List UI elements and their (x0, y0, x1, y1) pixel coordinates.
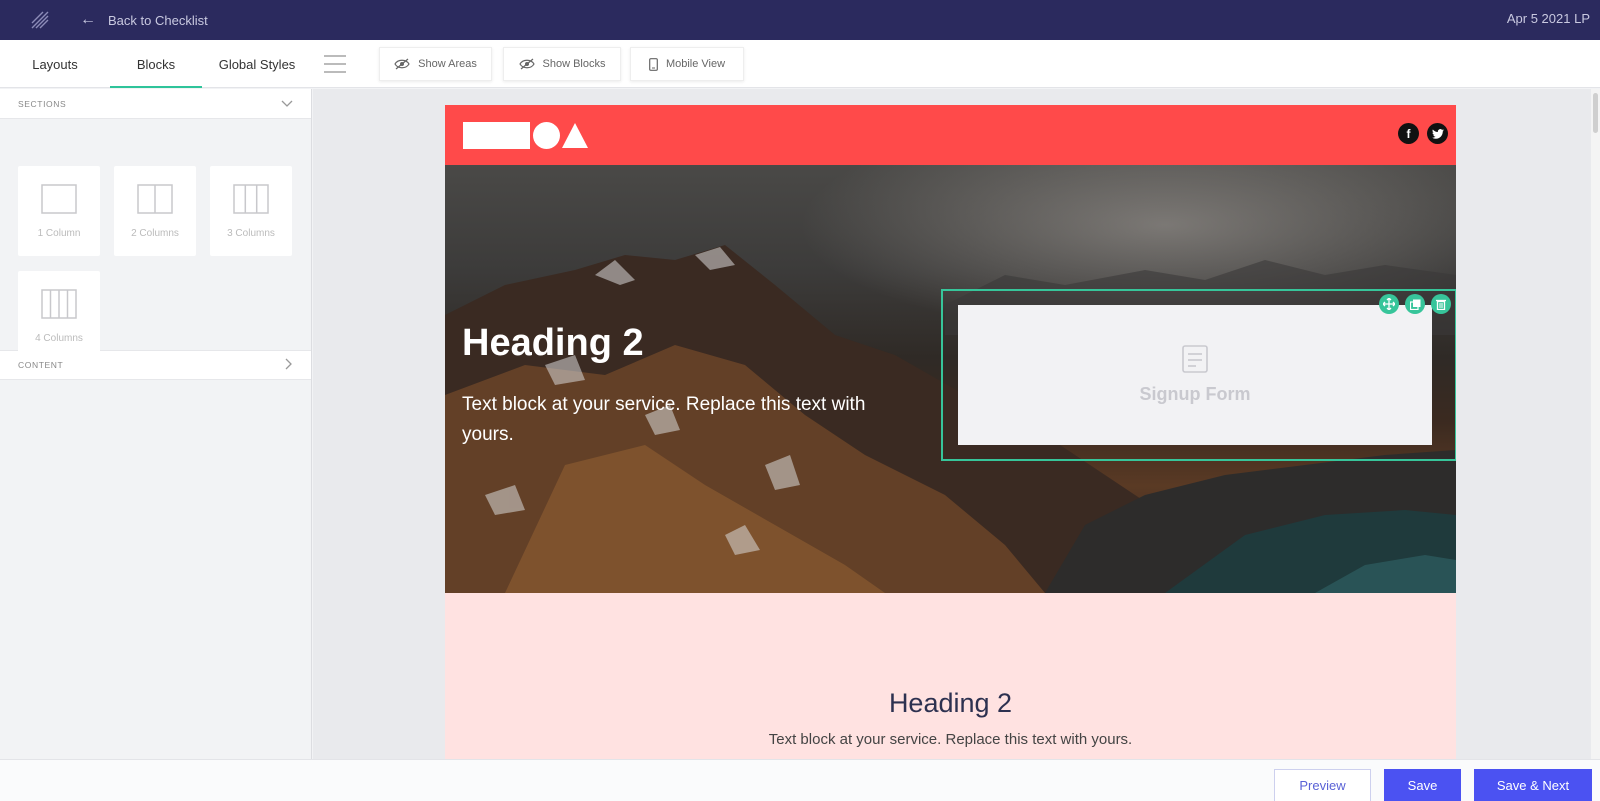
twitter-icon[interactable] (1427, 123, 1448, 144)
sections-label: SECTIONS (18, 98, 67, 109)
card-label: 1 Column (37, 228, 81, 239)
chevron-right-icon (285, 358, 293, 373)
show-blocks-label: Show Blocks (542, 58, 606, 70)
signup-form-label: Signup Form (1139, 384, 1251, 404)
section-heading[interactable]: Heading 2 (445, 688, 1456, 719)
facebook-icon[interactable]: f (1398, 123, 1419, 144)
hero-section[interactable]: Heading 2 Text block at your service. Re… (445, 165, 1456, 593)
move-icon[interactable] (1379, 294, 1399, 314)
one-column-icon (41, 184, 77, 219)
save-and-next-button[interactable]: Save & Next (1474, 769, 1592, 801)
menu-icon[interactable] (324, 55, 346, 73)
one-column-block[interactable]: 1 Column (18, 166, 100, 256)
tab-blocks[interactable]: Blocks (110, 40, 202, 88)
three-columns-block[interactable]: 3 Columns (210, 166, 292, 256)
back-to-checklist-link[interactable]: ← Back to Checklist (80, 11, 208, 29)
chevron-down-icon (281, 97, 293, 111)
document-title: Apr 5 2021 LP (1506, 11, 1590, 26)
bottom-action-bar: Preview Save Save & Next (0, 759, 1600, 801)
three-columns-icon (233, 184, 269, 219)
blocks-panel: SECTIONS 1 Column 2 Columns 3 Columns 4 … (0, 89, 312, 759)
eye-icon (518, 58, 535, 70)
mobile-phone-icon (649, 57, 658, 71)
canvas-scrollbar[interactable] (1591, 89, 1600, 759)
show-areas-label: Show Areas (418, 58, 477, 70)
two-columns-icon (137, 184, 173, 219)
card-label: 4 Columns (35, 333, 83, 344)
card-label: 3 Columns (227, 228, 275, 239)
mobile-view-label: Mobile View (665, 58, 726, 70)
social-links: f (1398, 123, 1448, 144)
panel-tabs: Layouts Blocks Global Styles (0, 40, 312, 88)
top-bar: ← Back to Checklist Apr 5 2021 LP (0, 0, 1600, 40)
back-label: Back to Checklist (108, 12, 208, 28)
four-columns-icon (41, 289, 77, 324)
save-button[interactable]: Save (1384, 769, 1461, 801)
mobile-view-button[interactable]: Mobile View (630, 47, 744, 81)
card-label: 2 Columns (131, 228, 179, 239)
section-text[interactable]: Text block at your service. Replace this… (445, 731, 1456, 748)
two-columns-block[interactable]: 2 Columns (114, 166, 196, 256)
four-columns-block[interactable]: 4 Columns (18, 271, 100, 361)
hero-heading[interactable]: Heading 2 (462, 322, 644, 365)
editor-canvas[interactable]: f Heading 2 Text block at your service. … (313, 89, 1591, 759)
content-label: CONTENT (18, 360, 64, 370)
page-header[interactable]: f (445, 105, 1456, 165)
brand-logo[interactable] (463, 122, 588, 149)
delete-icon[interactable] (1431, 294, 1451, 314)
signup-form-placeholder[interactable]: Signup Form (958, 305, 1432, 445)
tab-layouts[interactable]: Layouts (0, 40, 110, 88)
duplicate-icon[interactable] (1405, 294, 1425, 314)
tab-global-styles[interactable]: Global Styles (202, 40, 312, 88)
landing-page-preview: f Heading 2 Text block at your service. … (445, 105, 1456, 759)
sections-accordion-header[interactable]: SECTIONS (0, 89, 311, 119)
selected-block-outline: Signup Form (941, 289, 1456, 461)
eye-icon (394, 58, 410, 70)
app-logo-icon[interactable] (20, 0, 60, 40)
show-areas-button[interactable]: Show Areas (379, 47, 492, 81)
section-cards: 1 Column 2 Columns 3 Columns 4 Columns (0, 119, 311, 361)
content-section[interactable]: Heading 2 Text block at your service. Re… (445, 593, 1456, 759)
editor-toolbar: Layouts Blocks Global Styles Show Areas … (0, 40, 1600, 88)
show-blocks-button[interactable]: Show Blocks (503, 47, 621, 81)
form-icon (1182, 345, 1208, 378)
preview-button[interactable]: Preview (1274, 769, 1371, 801)
hero-text[interactable]: Text block at your service. Replace this… (462, 390, 922, 450)
arrow-left-icon: ← (80, 11, 96, 28)
block-controls (1379, 294, 1451, 314)
